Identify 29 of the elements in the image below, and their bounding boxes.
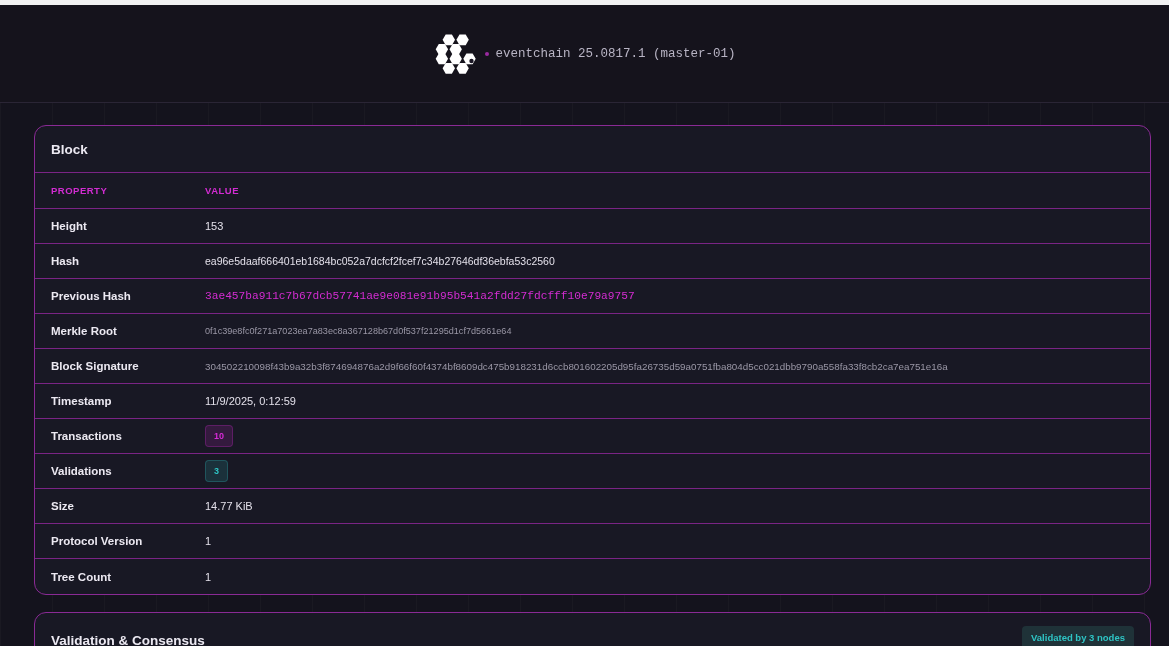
hash-value: 0f1c39e8fc0f271a7023ea7a83ec8a367128b67d0f537f21295d1cf7d5661e64	[205, 326, 512, 336]
status-badge: Validated by 3 nodes	[1022, 626, 1134, 646]
property-value: 1	[205, 535, 212, 547]
column-header: PROPERTY	[50, 185, 109, 196]
property-label: Size	[50, 500, 75, 512]
hash-link[interactable]: 3ae457ba911c7b67dcb57741ae9e081e91b95b541a2fdd27fdcfff10e79a9757	[205, 290, 635, 302]
property-value: 153	[205, 220, 224, 232]
property-label: Transactions	[50, 430, 123, 442]
column-header: VALUE	[205, 185, 240, 196]
count-badge: 10	[205, 425, 233, 447]
property-value: 11/9/2025, 0:12:59	[205, 395, 296, 407]
property-label: Height	[50, 220, 88, 232]
dot-icon	[485, 51, 490, 56]
app-version-title: eventchain 25.0817.1 (master-01)	[495, 46, 736, 61]
property-label: Block Signature	[50, 360, 140, 372]
property-label: Validations	[50, 465, 113, 477]
hash-value: ea96e5daaf666401eb1684bc052a7dcfcf2fcef7c34b27646df36ebfa53c2560	[205, 255, 555, 267]
card-title: Block	[51, 141, 88, 157]
signature-value: 304502210098f43b9a32b3f874694876a2d9f66f60f4374bf8609dc475b918231d6ccb801602205d95fa26735d59a0751fba804d5cc021dbb9790a558fa33f8cb2ca7ea751e16a	[205, 360, 948, 372]
count-badge: 3	[205, 460, 228, 482]
property-label: Merkle Root	[50, 325, 118, 337]
property-label: Hash	[50, 255, 81, 267]
property-label: Timestamp	[50, 395, 113, 407]
property-label: Tree Count	[50, 570, 113, 583]
card-title: Validation & Consensus	[51, 632, 205, 646]
property-value: 14.77 KiB	[205, 500, 253, 512]
property-label: Protocol Version	[50, 535, 144, 547]
property-value: 1	[205, 570, 212, 583]
property-label: Previous Hash	[50, 290, 132, 302]
